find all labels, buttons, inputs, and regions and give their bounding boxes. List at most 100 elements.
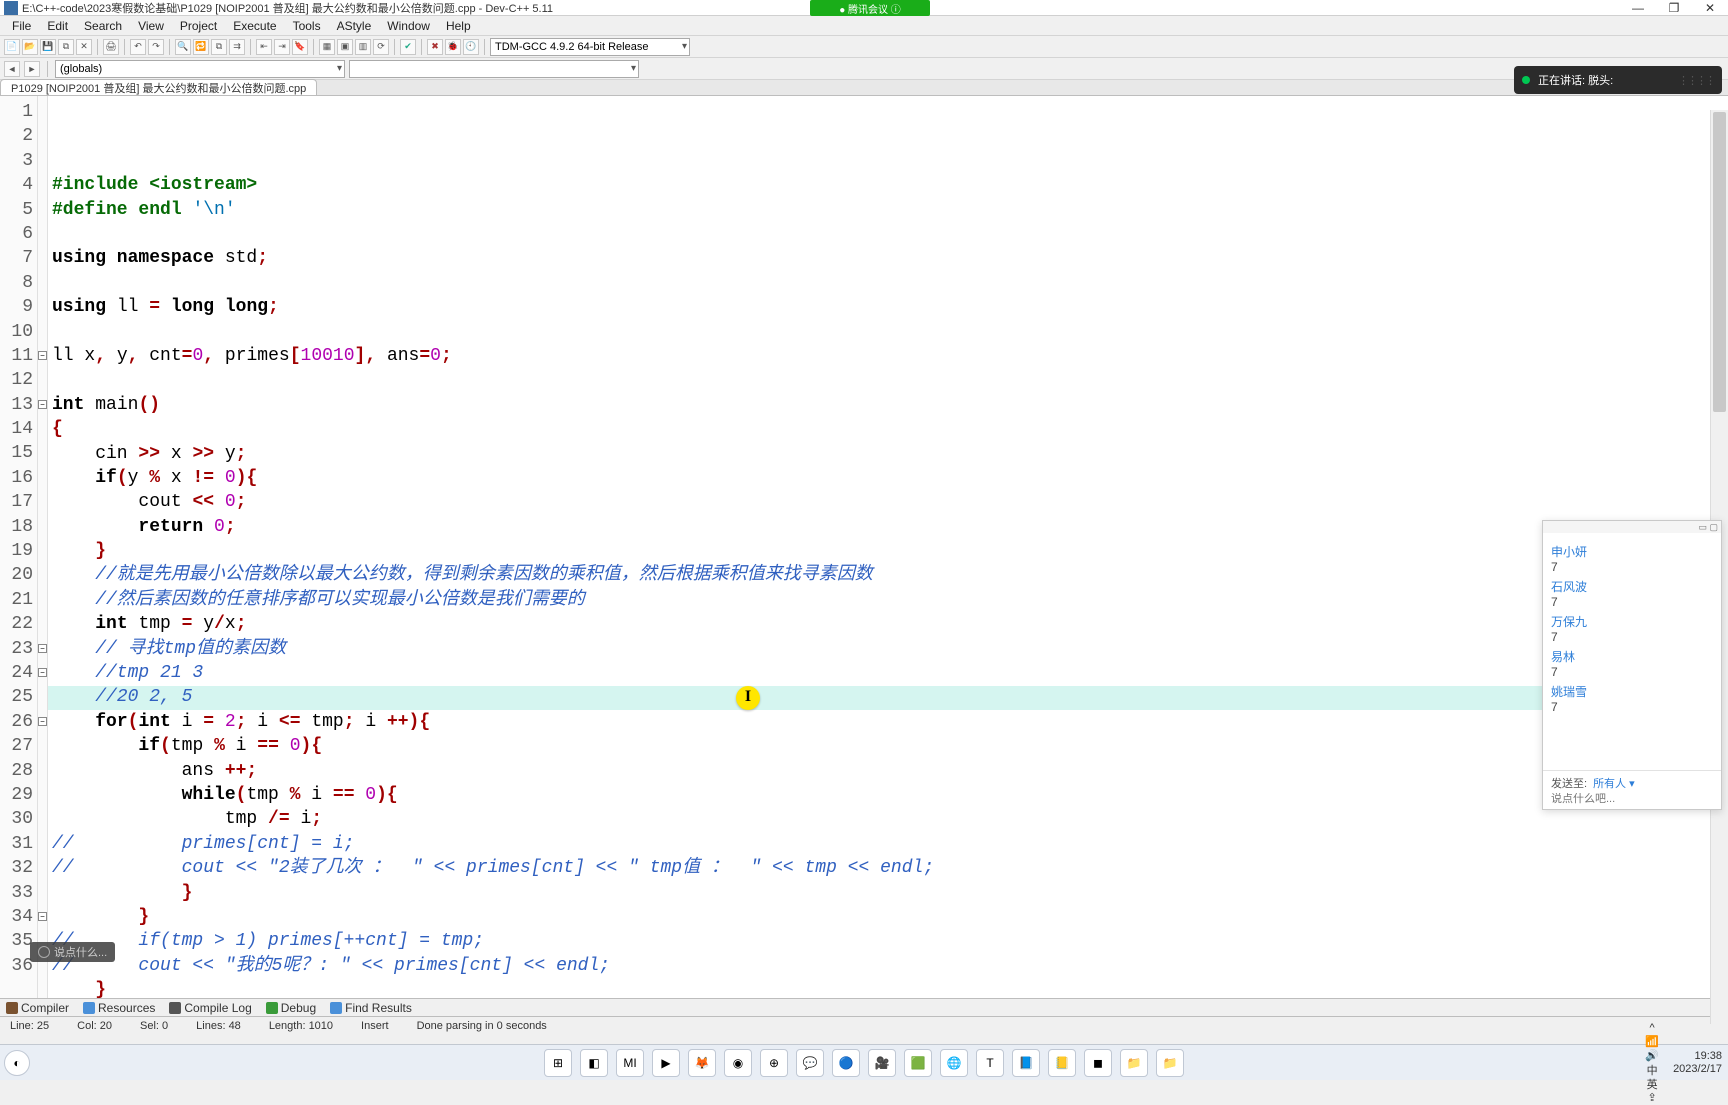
tray-icon[interactable]: 英 — [1645, 1077, 1659, 1091]
new-file-icon[interactable]: 📄 — [4, 39, 20, 55]
chat-user[interactable]: 姚瑞雪 — [1551, 683, 1713, 700]
close-file-icon[interactable]: ✕ — [76, 39, 92, 55]
menu-execute[interactable]: Execute — [225, 19, 284, 33]
voice-indicator[interactable]: 正在讲话: 脱头: ⋮⋮⋮⋮ — [1514, 66, 1722, 94]
tray-time[interactable]: 19:38 — [1673, 1050, 1722, 1062]
menu-astyle[interactable]: AStyle — [329, 19, 380, 33]
start-extra-icon[interactable]: ◐ — [4, 1050, 30, 1076]
find-in-files-icon[interactable]: ⧉ — [211, 39, 227, 55]
compile-run-icon[interactable]: ▥ — [355, 39, 371, 55]
check-icon[interactable]: ✔ — [400, 39, 416, 55]
minimize-button[interactable]: — — [1620, 0, 1656, 16]
menu-project[interactable]: Project — [172, 19, 225, 33]
taskbar-app-6[interactable]: ⊕ — [760, 1049, 788, 1077]
tray-icon[interactable]: 🔊 — [1645, 1049, 1659, 1063]
taskbar-app-3[interactable]: ▶ — [652, 1049, 680, 1077]
chat-user[interactable]: 易林 — [1551, 648, 1713, 665]
rebuild-icon[interactable]: ⟳ — [373, 39, 389, 55]
chat-panel[interactable]: ▭ ▢ 申小妍7石风波7万保九7易林7姚瑞雪7 发送至: 所有人 ▾ — [1542, 520, 1722, 810]
fold-toggle[interactable]: − — [38, 400, 47, 409]
taskbar-app-1[interactable]: ◧ — [580, 1049, 608, 1077]
taskbar-app-11[interactable]: 🌐 — [940, 1049, 968, 1077]
tray-icon[interactable]: 📶 — [1645, 1035, 1659, 1049]
taskbar-app-13[interactable]: 📘 — [1012, 1049, 1040, 1077]
fold-toggle[interactable]: − — [38, 717, 47, 726]
tray-icon[interactable]: ^ — [1645, 1021, 1659, 1035]
bottom-tab-resources[interactable]: Resources — [83, 1001, 155, 1015]
bottom-tab-debug[interactable]: Debug — [266, 1001, 316, 1015]
print-icon[interactable]: 🖨 — [103, 39, 119, 55]
chat-value: 7 — [1551, 700, 1713, 714]
taskbar-app-8[interactable]: 🔵 — [832, 1049, 860, 1077]
chat-panel-header[interactable]: ▭ ▢ — [1543, 521, 1721, 533]
compile-icon[interactable]: ▦ — [319, 39, 335, 55]
bottom-tab-find-results[interactable]: Find Results — [330, 1001, 412, 1015]
status-sel: Sel: 0 — [140, 1020, 168, 1032]
compiler-select[interactable]: TDM-GCC 4.9.2 64-bit Release — [490, 38, 690, 56]
replace-icon[interactable]: 🔁 — [193, 39, 209, 55]
fold-toggle[interactable]: − — [38, 912, 47, 921]
system-tray: ^📶🔊中英⇪ 19:38 2023/2/17 — [1645, 1021, 1722, 1105]
member-select[interactable] — [349, 60, 639, 78]
code-area[interactable]: #include <iostream>#define endl '\n'usin… — [48, 96, 1728, 998]
run-icon[interactable]: ▣ — [337, 39, 353, 55]
indent-right-icon[interactable]: ⇥ — [274, 39, 290, 55]
menu-tools[interactable]: Tools — [285, 19, 329, 33]
taskbar-app-5[interactable]: ◉ — [724, 1049, 752, 1077]
taskbar-app-4[interactable]: 🦊 — [688, 1049, 716, 1077]
chat-user[interactable]: 石风波 — [1551, 578, 1713, 595]
editor[interactable]: 1234567891011121314151617181920212223242… — [0, 96, 1728, 998]
tray-icon[interactable]: ⇪ — [1645, 1091, 1659, 1105]
fold-toggle[interactable]: − — [38, 644, 47, 653]
chat-value: 7 — [1551, 665, 1713, 679]
taskbar-app-17[interactable]: 📁 — [1156, 1049, 1184, 1077]
bottom-tab-icon — [169, 1002, 181, 1014]
bookmark-icon[interactable]: 🔖 — [292, 39, 308, 55]
debug-icon[interactable]: 🐞 — [445, 39, 461, 55]
taskbar-app-0[interactable]: ⊞ — [544, 1049, 572, 1077]
menu-help[interactable]: Help — [438, 19, 479, 33]
tray-icon[interactable]: 中 — [1645, 1063, 1659, 1077]
save-icon[interactable]: 💾 — [40, 39, 56, 55]
fold-toggle[interactable]: − — [38, 351, 47, 360]
voice-text: 正在讲话: 脱头: — [1538, 72, 1613, 88]
undo-icon[interactable]: ↶ — [130, 39, 146, 55]
taskbar-app-10[interactable]: 🟩 — [904, 1049, 932, 1077]
bottom-tab-compiler[interactable]: Compiler — [6, 1001, 69, 1015]
forward-icon[interactable]: ► — [24, 61, 40, 77]
menu-window[interactable]: Window — [379, 19, 438, 33]
stop-icon[interactable]: ✖ — [427, 39, 443, 55]
menu-view[interactable]: View — [130, 19, 172, 33]
tab-active[interactable]: P1029 [NOIP2001 普及组] 最大公约数和最小公倍数问题.cpp — [0, 79, 317, 95]
indent-left-icon[interactable]: ⇤ — [256, 39, 272, 55]
chat-user[interactable]: 万保九 — [1551, 613, 1713, 630]
profile-icon[interactable]: 🕙 — [463, 39, 479, 55]
menu-file[interactable]: File — [4, 19, 39, 33]
chat-user[interactable]: 申小妍 — [1551, 543, 1713, 560]
taskbar-app-14[interactable]: 📒 — [1048, 1049, 1076, 1077]
send-target[interactable]: 所有人 ▾ — [1593, 775, 1635, 791]
meeting-indicator[interactable]: ● 腾讯会议 ⓘ — [810, 0, 930, 16]
open-icon[interactable]: 📂 — [22, 39, 38, 55]
menu-search[interactable]: Search — [76, 19, 130, 33]
taskbar-app-2[interactable]: MI — [616, 1049, 644, 1077]
close-button[interactable]: ✕ — [1692, 0, 1728, 16]
scope-select[interactable]: (globals) — [55, 60, 345, 78]
taskbar-app-9[interactable]: 🎥 — [868, 1049, 896, 1077]
redo-icon[interactable]: ↷ — [148, 39, 164, 55]
taskbar-app-12[interactable]: T — [976, 1049, 1004, 1077]
back-icon[interactable]: ◄ — [4, 61, 20, 77]
taskbar-app-15[interactable]: ◼ — [1084, 1049, 1112, 1077]
tray-date[interactable]: 2023/2/17 — [1673, 1063, 1722, 1075]
maximize-button[interactable]: ❐ — [1656, 0, 1692, 16]
hint-overlay[interactable]: 说点什么... — [30, 942, 115, 962]
find-icon[interactable]: 🔍 — [175, 39, 191, 55]
taskbar-app-7[interactable]: 💬 — [796, 1049, 824, 1077]
goto-icon[interactable]: ⇉ — [229, 39, 245, 55]
bottom-tab-compile-log[interactable]: Compile Log — [169, 1001, 251, 1015]
taskbar-app-16[interactable]: 📁 — [1120, 1049, 1148, 1077]
fold-toggle[interactable]: − — [38, 668, 47, 677]
save-all-icon[interactable]: ⧉ — [58, 39, 74, 55]
chat-input[interactable] — [1551, 793, 1713, 805]
menu-edit[interactable]: Edit — [39, 19, 76, 33]
